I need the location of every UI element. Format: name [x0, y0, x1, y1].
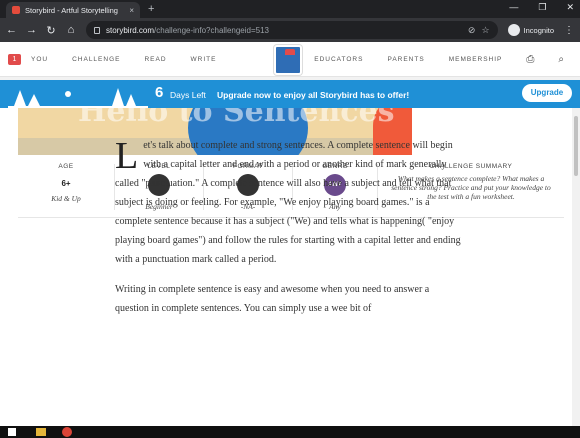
browser-tab[interactable]: Storybird - Artful Storytelling × [6, 2, 140, 18]
promo-message: Upgrade now to enjoy all Storybird has t… [217, 90, 410, 100]
scrollbar-thumb[interactable] [574, 116, 578, 176]
new-tab-button[interactable]: + [148, 3, 154, 15]
nav-right-links: EDUCATORS PARENTS MEMBERSHIP ⎙ ⌕ [290, 42, 564, 77]
drop-cap: L [115, 135, 139, 177]
incognito-avatar-icon [507, 24, 520, 36]
upgrade-button[interactable]: Upgrade [522, 84, 572, 102]
star-icon[interactable]: ☆ [481, 25, 489, 36]
maximize-button[interactable]: ❐ [538, 2, 546, 13]
nav-link-read[interactable]: READ [144, 56, 166, 63]
nav-link-you[interactable]: YOU [31, 56, 48, 63]
home-icon[interactable]: ⌂ [66, 24, 76, 36]
url-text: storybird.com/challenge-info?challengeid… [106, 25, 269, 35]
close-window-button[interactable]: ✕ [566, 2, 574, 13]
stat-age: AGE 6+ Kid & Up [18, 156, 114, 218]
lock-icon [94, 26, 100, 34]
eye-off-icon[interactable]: ⊘ [468, 25, 476, 36]
days-left-count: 6 [155, 84, 164, 101]
search-icon[interactable]: ⌕ [558, 54, 564, 65]
reload-icon[interactable]: ↻ [46, 24, 56, 37]
nav-left-links: YOU CHALLENGE READ WRITE [31, 56, 240, 63]
nav-link-parents[interactable]: PARENTS [387, 56, 424, 63]
nav-link-educators[interactable]: EDUCATORS [314, 56, 363, 63]
site-navigation: 1 YOU CHALLENGE READ WRITE EDUCATORS PAR… [0, 42, 580, 77]
print-icon[interactable]: ⎙ [526, 54, 534, 65]
nav-link-membership[interactable]: MEMBERSHIP [449, 56, 503, 63]
challenge-article: Let's talk about complete and strong sen… [115, 136, 465, 329]
upgrade-promo-banner: 6 Days Left Upgrade now to enjoy all Sto… [0, 80, 580, 108]
storybird-favicon-icon [12, 6, 20, 14]
hero-heading: Hello to Sentences [78, 108, 395, 129]
stat-age-value: 6+ [61, 179, 71, 188]
url-input[interactable]: storybird.com/challenge-info?challengeid… [86, 21, 498, 39]
stat-age-sub: Kid & Up [51, 194, 81, 203]
minimize-button[interactable]: — [509, 2, 518, 13]
window-controls: — ❐ ✕ [509, 2, 574, 13]
page-scrollbar[interactable] [572, 108, 580, 426]
chrome-taskbar-icon[interactable] [62, 427, 72, 437]
incognito-label: Incognito [523, 25, 554, 35]
nav-link-write[interactable]: WRITE [191, 56, 217, 63]
windows-start-icon[interactable] [8, 428, 16, 436]
tab-close-icon[interactable]: × [129, 6, 134, 15]
tab-title: Storybird - Artful Storytelling [25, 5, 118, 15]
os-taskbar [0, 426, 580, 438]
kebab-menu-icon[interactable]: ⋮ [564, 25, 574, 36]
nav-link-challenge[interactable]: CHALLENGE [72, 56, 120, 63]
notification-badge[interactable]: 1 [8, 53, 21, 65]
file-explorer-icon[interactable] [36, 428, 46, 436]
browser-tab-bar: Storybird - Artful Storytelling × + — ❐ … [0, 0, 580, 18]
address-toolbar: ← → ↻ ⌂ storybird.com/challenge-info?cha… [0, 18, 580, 42]
incognito-indicator[interactable]: Incognito [507, 24, 554, 36]
forward-arrow-icon[interactable]: → [26, 24, 37, 36]
days-left-label: Days Left [170, 90, 206, 100]
back-arrow-icon[interactable]: ← [6, 24, 17, 36]
article-paragraph-1: Let's talk about complete and strong sen… [115, 135, 461, 265]
stat-age-label: AGE [58, 163, 74, 170]
article-paragraph-2: Writing in complete sentence is easy and… [115, 284, 430, 314]
trees-decoration-icon [8, 88, 148, 108]
